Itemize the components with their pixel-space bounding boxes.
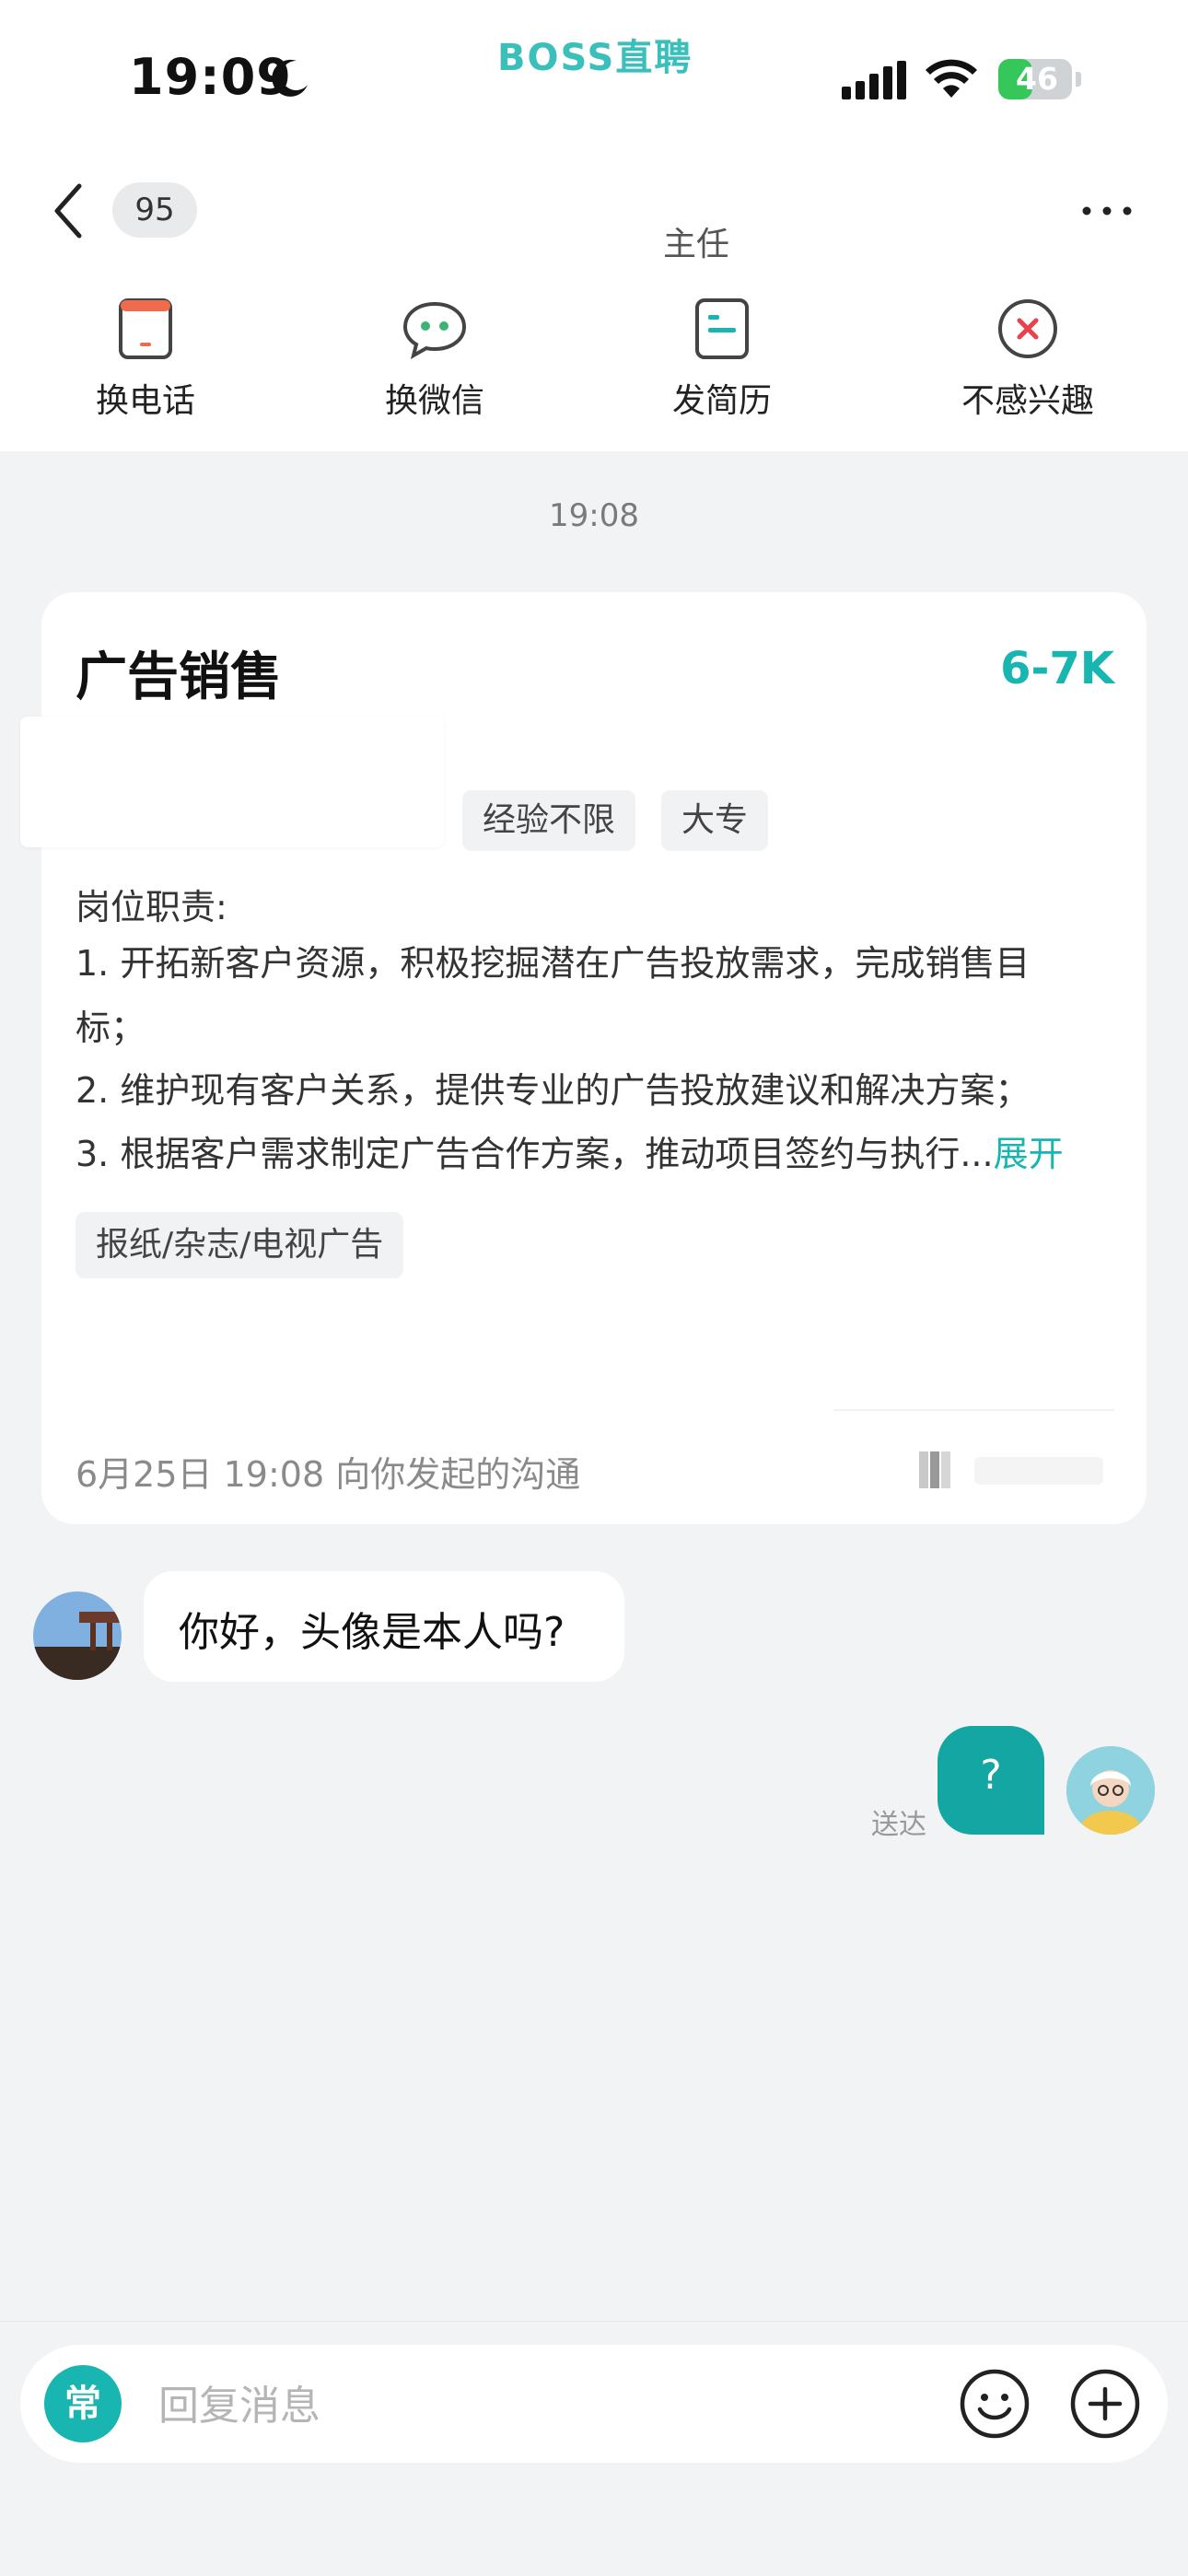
battery-indicator: 46 xyxy=(998,59,1083,99)
education-tag: 大专 xyxy=(661,790,769,851)
app-watermark: BOSS直聘 xyxy=(497,37,693,79)
recruiter-avatar[interactable] xyxy=(33,1591,122,1680)
resume-icon xyxy=(695,298,749,359)
wechat-icon xyxy=(402,301,467,360)
not-interested-icon xyxy=(998,299,1057,358)
phone-icon xyxy=(119,298,172,359)
experience-tag: 经验不限 xyxy=(462,790,636,851)
avatar-illustration xyxy=(1066,1746,1155,1835)
job-card-footer: 6月25日 19:08 向你发起的沟通 xyxy=(76,1454,581,1495)
not-interested-button[interactable]: 不感兴趣 xyxy=(917,295,1138,433)
reply-input[interactable] xyxy=(157,2372,897,2439)
delivery-status: 送达 xyxy=(871,1809,926,1841)
incoming-message-text: 你好，头像是本人吗? xyxy=(179,1609,565,1656)
send-resume-button[interactable]: 发简历 xyxy=(611,295,833,433)
job-salary: 6-7K xyxy=(1000,643,1114,694)
back-icon[interactable] xyxy=(48,181,88,241)
action-label: 发简历 xyxy=(671,382,772,420)
action-label: 换微信 xyxy=(384,382,484,420)
my-avatar[interactable] xyxy=(1066,1746,1155,1835)
expand-link[interactable]: 展开 xyxy=(994,1134,1064,1174)
company-info-cover xyxy=(20,717,444,847)
plus-icon[interactable] xyxy=(1068,2367,1142,2441)
moon-icon xyxy=(272,59,308,97)
action-label: 换电话 xyxy=(95,382,195,420)
exchange-phone-button[interactable]: 换电话 xyxy=(35,295,256,433)
battery-level: 46 xyxy=(1016,61,1058,97)
outgoing-message-text: ? xyxy=(980,1752,1002,1799)
duty-line: 2. 维护现有客户关系，提供专业的广告投放建议和解决方案； xyxy=(76,1070,1031,1111)
job-title: 广告销售 xyxy=(76,647,282,707)
wifi-icon xyxy=(926,59,977,98)
common-phrases-button[interactable]: 常 xyxy=(44,2365,122,2442)
duty-title: 岗位职责: xyxy=(76,887,227,927)
action-label: 不感兴趣 xyxy=(961,382,1094,420)
unread-count-badge[interactable]: 95 xyxy=(112,182,197,238)
contact-title: 主任 xyxy=(663,226,730,263)
more-options-icon[interactable] xyxy=(1079,197,1135,225)
card-divider xyxy=(833,1409,1114,1411)
duty-line: 3. 根据客户需求制定广告合作方案，推动项目签约与执行... xyxy=(76,1134,994,1174)
exchange-wechat-button[interactable]: 换微信 xyxy=(324,295,545,433)
avatar-photo xyxy=(33,1591,122,1680)
recruiter-info-icon xyxy=(919,1451,1103,1488)
status-time: 19:09 xyxy=(129,48,292,106)
duty-line: 1. 开拓新客户资源，积极挖掘潜在广告投放需求，完成销售目标； xyxy=(76,943,1031,1048)
duty-line-last: 3. 根据客户需求制定广告合作方案，推动项目签约与执行...展开 xyxy=(76,1122,1098,1186)
chat-timestamp: 19:08 xyxy=(549,497,639,534)
cellular-signal-icon xyxy=(842,61,906,99)
industry-tag: 报纸/杂志/电视广告 xyxy=(76,1212,404,1278)
emoji-icon[interactable] xyxy=(958,2367,1031,2441)
